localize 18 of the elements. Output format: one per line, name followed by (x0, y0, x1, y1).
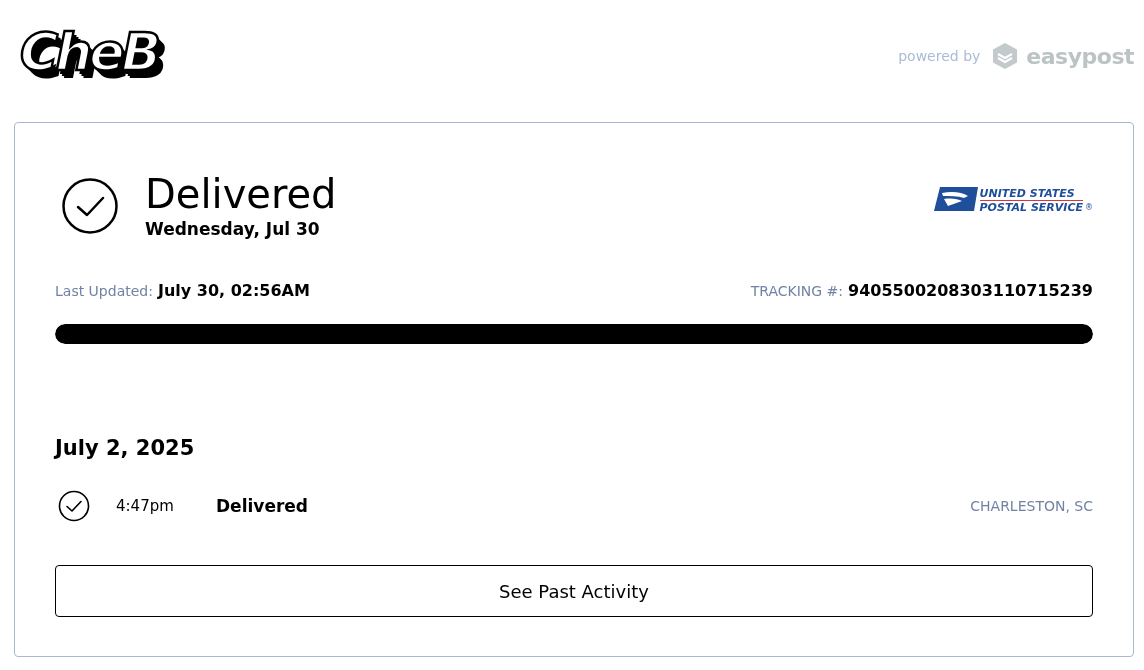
registered-mark: ® (1085, 203, 1093, 212)
carrier-name-line: UNITED STATES (979, 187, 1083, 201)
event-status: Delivered (216, 496, 308, 516)
status-title: Delivered (145, 173, 337, 215)
provider-name: easypost (1026, 43, 1134, 69)
last-updated-label: Last Updated: (55, 283, 153, 299)
carrier-name-line: POSTAL SERVICE (979, 201, 1083, 214)
tracking-number: 9405500208303110715239 (848, 281, 1093, 300)
event-location: CHARLESTON, SC (970, 498, 1093, 514)
last-updated-value: July 30, 02:56AM (157, 281, 310, 300)
event-date: July 2, 2025 (55, 436, 196, 460)
powered-by-label: powered by (898, 48, 981, 64)
see-past-activity-button[interactable]: See Past Activity (55, 565, 1093, 617)
brand-logo: CheB (14, 18, 177, 92)
cube-logo-icon (992, 42, 1019, 70)
status-date: Wednesday, Jul 30 (145, 219, 321, 239)
tracking-number-label: TRACKING #: (750, 283, 844, 299)
event-time: 4:47pm (116, 497, 175, 515)
